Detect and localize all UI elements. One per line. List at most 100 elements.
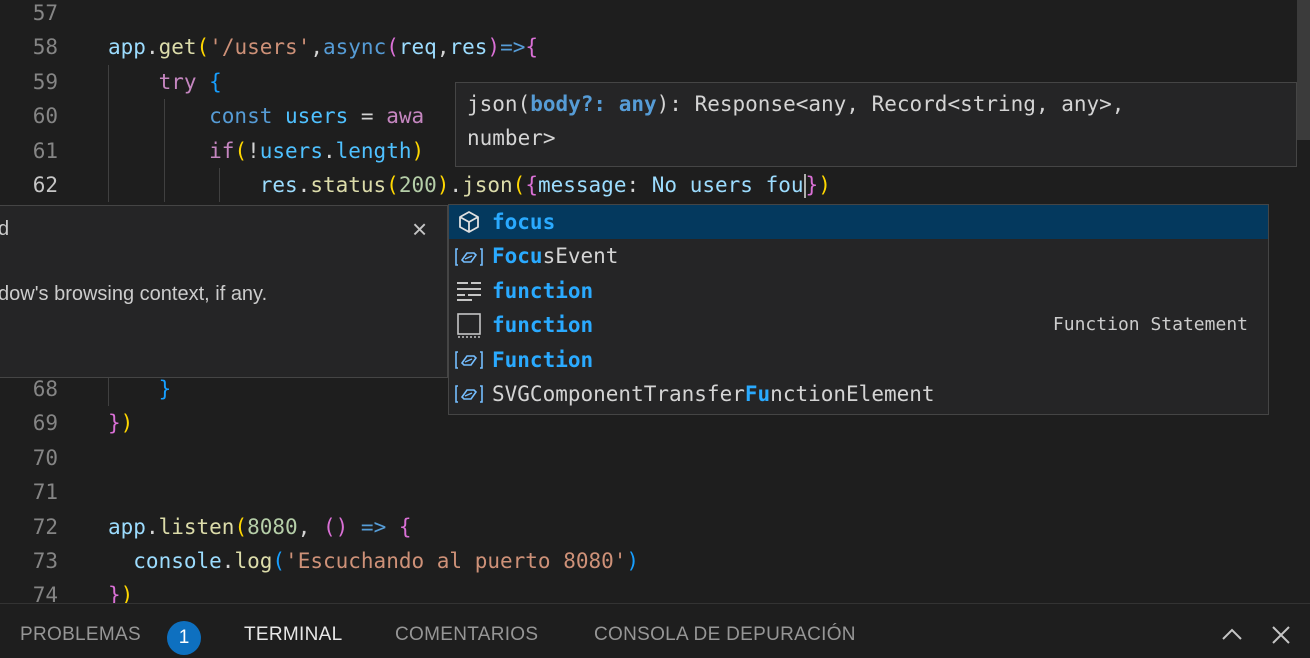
tab-terminal[interactable]: TERMINAL [244, 624, 342, 646]
code-text: res.status(200).json({message: No users … [108, 168, 831, 202]
cube-icon [455, 205, 483, 239]
code-token: . [145, 35, 159, 60]
code-token: ) [626, 549, 640, 573]
code-token: listen [158, 514, 235, 539]
suggestion-detail: Function Statement [1052, 314, 1248, 336]
suggestion-item[interactable]: SVGComponentTransferFunctionElement [449, 377, 1268, 411]
code-token: users [259, 138, 323, 163]
code-text: app.get('/users',async(req,res)=>{ [108, 30, 538, 64]
code-token: } [108, 377, 172, 401]
code-token: const [108, 104, 273, 129]
suggestion-item[interactable]: function [449, 274, 1268, 308]
signature-hover: json(body?: any): Response<any, Record<s… [455, 82, 1297, 167]
code-editor[interactable]: 57 58 app.get('/users',async(req,res)=>{59… [0, 0, 1310, 603]
code-text: console.log('Escuchando al puerto 8080') [108, 544, 639, 578]
code-token: ) [120, 583, 134, 603]
code-token: if [108, 138, 235, 163]
code-token: awa [386, 104, 425, 129]
suggestion-item[interactable]: focus [449, 205, 1268, 240]
details-title: d [0, 218, 10, 240]
details-description: dow's browsing context, if any. [0, 283, 268, 305]
close-panel-icon[interactable] [1268, 622, 1294, 648]
code-token: try [108, 69, 197, 94]
line-number: 69 [32, 411, 58, 436]
code-text: try { [108, 65, 222, 99]
code-token: users [285, 104, 349, 129]
code-line[interactable]: 72 app.listen(8080, () => { [0, 510, 1310, 544]
code-token: { [398, 514, 412, 539]
interface-icon [455, 343, 483, 377]
code-token: . [297, 173, 311, 197]
code-line[interactable]: 71 [0, 475, 1310, 509]
code-token: { [525, 173, 538, 197]
tab-problems[interactable]: PROBLEMAS [20, 624, 141, 646]
code-token: ( [272, 549, 286, 573]
code-token: 8080 [247, 514, 298, 539]
line-number: 73 [32, 549, 58, 573]
code-token: app [108, 514, 146, 539]
suggestion-item[interactable]: Function [449, 343, 1268, 377]
code-token: => [348, 514, 399, 539]
code-token: , [297, 514, 323, 539]
code-line[interactable]: 74}) [0, 578, 1310, 603]
problems-count-badge: 1 [167, 621, 201, 655]
keyword-icon [455, 274, 483, 308]
suggestion-label: function [492, 278, 594, 303]
code-token: console [108, 549, 222, 573]
chevron-up-icon[interactable] [1219, 622, 1245, 648]
code-line[interactable]: 62 res.status(200).json({message: No use… [0, 168, 1310, 203]
code-token: { [209, 69, 222, 94]
editor-scrollbar[interactable] [1297, 0, 1310, 140]
code-token: . [322, 138, 336, 163]
line-number: 71 [32, 480, 58, 505]
code-token: 200 [398, 173, 437, 197]
code-token: } [108, 411, 121, 436]
code-token: app [108, 35, 146, 60]
code-token: ( [386, 35, 399, 60]
line-number: 58 [32, 35, 58, 60]
code-token: () [322, 514, 349, 539]
code-token: get [158, 35, 197, 60]
suggestion-item[interactable]: function Function Statement [449, 308, 1268, 342]
code-token: = [348, 104, 387, 129]
suggestion-item[interactable]: FocusEvent [449, 239, 1268, 273]
code-token: 'Escuchando al puerto 8080' [285, 549, 627, 573]
code-token: res [449, 35, 488, 60]
snippet-icon [455, 308, 483, 342]
suggestion-label: SVGComponentTransferFunctionElement [492, 382, 935, 406]
code-line[interactable]: 57 [0, 0, 1310, 30]
code-token: . [449, 173, 463, 197]
code-token: } [805, 173, 819, 197]
line-number: 72 [32, 514, 58, 539]
code-token: , [310, 35, 323, 60]
bottom-panel: PROBLEMAS 1 TERMINAL COMENTARIOS CONSOLA… [0, 603, 1310, 658]
code-line[interactable]: 73 console.log('Escuchando al puerto 808… [0, 544, 1310, 578]
suggestion-details-panel: d dow's browsing context, if any. × [0, 205, 448, 378]
tab-debug-console[interactable]: CONSOLA DE DEPURACIÓN [594, 624, 856, 646]
code-token: json [462, 173, 513, 197]
suggestion-label: focus [492, 210, 556, 234]
close-icon[interactable]: × [412, 214, 427, 245]
code-token: length [335, 138, 412, 163]
code-text: const users = awa [108, 99, 424, 133]
tab-comments[interactable]: COMENTARIOS [395, 624, 538, 646]
line-number: 70 [32, 445, 58, 470]
code-token: ) [411, 138, 425, 163]
code-token: , [436, 35, 450, 60]
code-text: app.listen(8080, () => { [108, 510, 412, 544]
interface-icon [455, 377, 483, 411]
suggestion-label: FocusEvent [492, 244, 619, 269]
code-token: ( [386, 173, 399, 197]
code-token: : [626, 173, 652, 197]
code-line[interactable]: 58 app.get('/users',async(req,res)=>{ [0, 30, 1310, 64]
suggestion-label: Function [492, 347, 594, 372]
code-token: ) [487, 35, 501, 60]
code-token: res [108, 173, 298, 197]
code-token: . [145, 514, 159, 539]
code-line[interactable]: 70 [0, 441, 1310, 475]
code-token: } [108, 583, 121, 603]
